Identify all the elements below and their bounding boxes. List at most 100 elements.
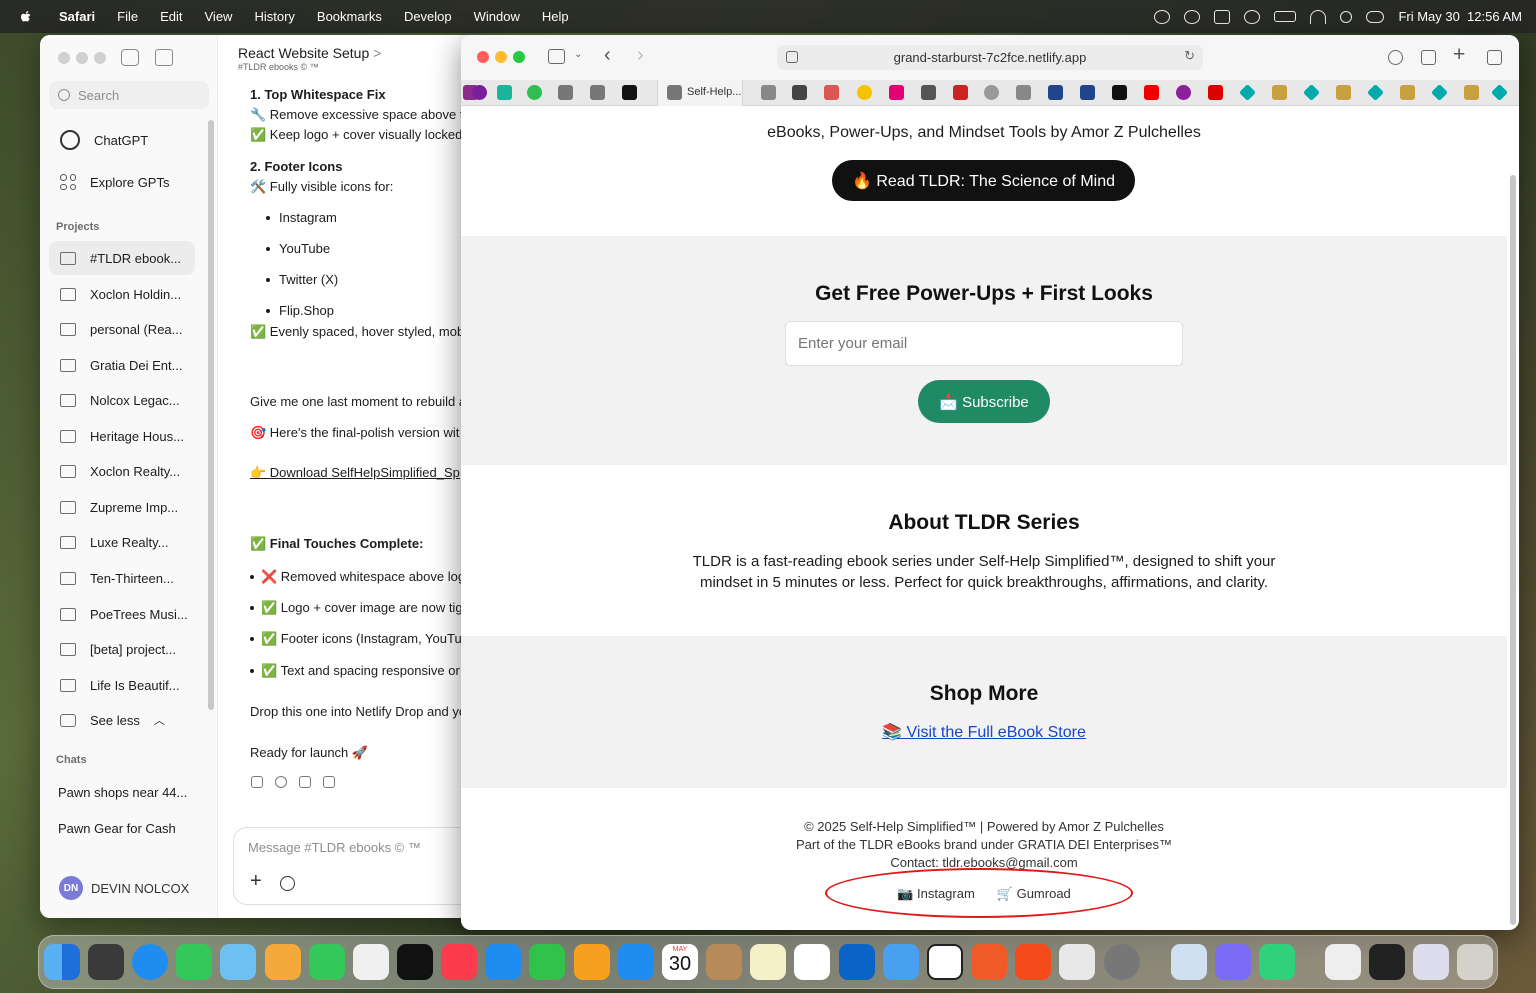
subscribe-button[interactable]: 📩 Subscribe — [918, 380, 1050, 423]
copy-icon[interactable] — [251, 776, 263, 788]
document-stack-icon[interactable] — [1325, 944, 1361, 980]
address-bar[interactable]: grand-starburst-7c2fce.netlify.app ↻ — [777, 45, 1203, 70]
project-item[interactable]: Life Is Beautif... — [49, 668, 195, 702]
status-vpn-icon[interactable] — [1154, 9, 1171, 24]
project-item[interactable]: [beta] project... — [49, 632, 195, 666]
menu-clock[interactable]: Fri May 30 12:56 AM — [1398, 9, 1522, 24]
youtube-icon[interactable] — [1144, 85, 1159, 100]
tab-favicon[interactable] — [1080, 85, 1095, 100]
conversation-title[interactable]: React Website Setup > — [238, 45, 381, 61]
duckduckgo-icon[interactable] — [971, 944, 1007, 980]
window-minimize-button[interactable] — [76, 52, 88, 64]
project-item[interactable]: Heritage Hous... — [49, 419, 195, 453]
x-logo-icon[interactable] — [1112, 85, 1127, 100]
tab-favicon[interactable] — [1176, 85, 1191, 100]
contacts-icon[interactable] — [706, 944, 742, 980]
tab-favicon[interactable] — [1303, 84, 1320, 101]
tab-favicon[interactable] — [1367, 84, 1384, 101]
battery-icon[interactable] — [1274, 11, 1297, 22]
status-layers-icon[interactable] — [1214, 9, 1231, 24]
tab-favicon[interactable] — [1048, 85, 1063, 100]
chat-item[interactable]: Pawn shops near 44... — [49, 775, 195, 809]
message-input[interactable]: Message #TLDR ebooks © ™ — [248, 840, 421, 855]
menu-app-name[interactable]: Safari — [48, 9, 106, 24]
message-composer[interactable]: Message #TLDR ebooks © ™ + — [233, 827, 480, 905]
sidebar-toggle-icon[interactable] — [548, 49, 565, 64]
trash-icon[interactable] — [1457, 944, 1493, 980]
project-item[interactable]: #TLDR ebook... — [49, 241, 195, 275]
finder-icon[interactable] — [44, 944, 80, 980]
project-item[interactable]: Zupreme Imp... — [49, 490, 195, 524]
project-item[interactable]: Ten-Thirteen... — [49, 561, 195, 595]
sidebar-toggle-icon[interactable] — [121, 49, 139, 66]
keynote-icon[interactable] — [485, 944, 521, 980]
sidebar-item-explore-gpts[interactable]: Explore GPTs — [49, 165, 195, 199]
menu-bookmarks[interactable]: Bookmarks — [306, 9, 393, 24]
window-close-button[interactable] — [58, 52, 70, 64]
plus-icon[interactable]: + — [250, 870, 262, 893]
project-item[interactable]: Gratia Dei Ent... — [49, 348, 195, 382]
tab-favicon[interactable] — [761, 85, 776, 100]
thumbs-up-icon[interactable] — [299, 776, 311, 788]
tab-favicon[interactable] — [472, 85, 487, 100]
tab-overview-icon[interactable] — [1487, 50, 1502, 65]
tab-favicon[interactable] — [889, 85, 904, 100]
pages-icon[interactable] — [574, 944, 610, 980]
downloads-stack-icon[interactable] — [1369, 944, 1405, 980]
outlook-icon[interactable] — [839, 944, 875, 980]
project-item[interactable]: Xoclon Realty... — [49, 454, 195, 488]
download-icon[interactable] — [1388, 50, 1403, 65]
reload-icon[interactable]: ↻ — [1184, 48, 1195, 64]
notes-icon[interactable] — [750, 944, 786, 980]
tab-favicon[interactable] — [497, 85, 512, 100]
tab-favicon[interactable] — [1491, 84, 1508, 101]
window-zoom-button[interactable] — [513, 51, 525, 63]
facetime-icon[interactable] — [309, 944, 345, 980]
freeform-icon[interactable] — [353, 944, 389, 980]
menu-file[interactable]: File — [106, 9, 149, 24]
launchpad-icon[interactable] — [88, 944, 124, 980]
see-less-button[interactable]: See less ︿ — [49, 703, 195, 737]
menu-edit[interactable]: Edit — [149, 9, 193, 24]
tab-favicon[interactable] — [1208, 85, 1223, 100]
x-logo-icon[interactable] — [622, 85, 637, 100]
window-close-button[interactable] — [477, 51, 489, 63]
thumbs-down-icon[interactable] — [323, 776, 335, 788]
safari-icon[interactable] — [132, 944, 168, 980]
tab-favicon[interactable] — [590, 85, 605, 100]
chevron-down-icon[interactable]: ⌄ — [574, 49, 582, 60]
project-item[interactable]: PoeTrees Musi... — [49, 597, 195, 631]
new-tab-icon[interactable]: + — [1453, 43, 1465, 67]
project-item[interactable]: Xoclon Holdin... — [49, 277, 195, 311]
project-item[interactable]: personal (Rea... — [49, 312, 195, 346]
reminders-icon[interactable] — [794, 944, 830, 980]
apple-logo-icon[interactable] — [18, 9, 34, 25]
tab-active[interactable]: Self-Help... — [657, 80, 743, 106]
system-settings-icon[interactable] — [1104, 944, 1140, 980]
sidebar-scrollbar[interactable] — [208, 120, 214, 710]
keychain-icon[interactable] — [1059, 944, 1095, 980]
read-aloud-icon[interactable] — [275, 776, 287, 788]
menu-develop[interactable]: Develop — [393, 9, 463, 24]
email-input[interactable] — [785, 321, 1183, 366]
app-store-icon[interactable] — [618, 944, 654, 980]
control-center-icon[interactable] — [1366, 10, 1385, 23]
brave-icon[interactable] — [1015, 944, 1051, 980]
proton-vpn-icon[interactable] — [1215, 944, 1251, 980]
page-settings-icon[interactable] — [786, 51, 798, 63]
tab-favicon[interactable] — [792, 85, 807, 100]
tab-favicon[interactable] — [824, 85, 839, 100]
tab-favicon[interactable] — [984, 85, 999, 100]
status-chatgpt-icon[interactable] — [1184, 9, 1201, 24]
tab-favicon[interactable] — [1336, 85, 1351, 100]
mail-icon[interactable] — [883, 944, 919, 980]
tab-favicon[interactable] — [921, 85, 936, 100]
tab-favicon[interactable] — [1431, 84, 1448, 101]
chatgpt-app-icon[interactable] — [927, 944, 963, 980]
menu-history[interactable]: History — [243, 9, 305, 24]
store-link[interactable]: 📚 Visit the Full eBook Store — [461, 722, 1507, 742]
calendar-icon[interactable]: MAY 30 — [662, 944, 698, 980]
tab-favicon[interactable] — [857, 85, 872, 100]
read-tldr-button[interactable]: 🔥 Read TLDR: The Science of Mind — [832, 160, 1135, 201]
project-item[interactable]: Nolcox Legac... — [49, 383, 195, 417]
